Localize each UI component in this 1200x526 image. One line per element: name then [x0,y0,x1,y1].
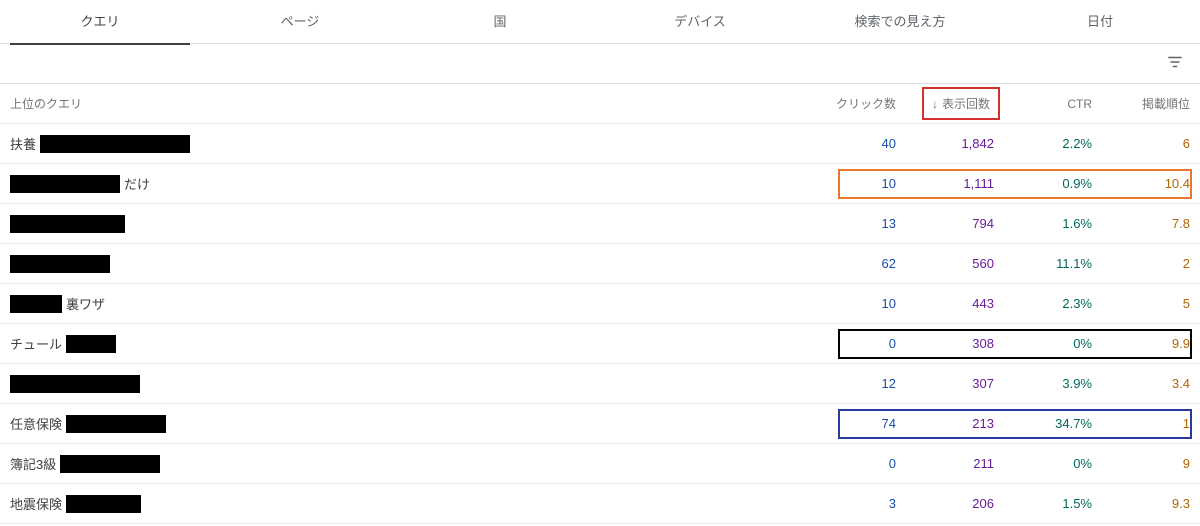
clicks-cell: 40 [798,136,896,151]
position-cell: 5 [1092,296,1190,311]
clicks-cell: 3 [798,496,896,511]
redacted-text [10,255,110,273]
clicks-cell: 0 [798,336,896,351]
impressions-cell: 307 [896,376,994,391]
redacted-text [66,495,141,513]
query-text-prefix: 扶養 [10,134,36,153]
redacted-text [10,175,120,193]
redacted-text [66,415,166,433]
query-text-prefix: 任意保険 [10,414,62,433]
impressions-cell: 560 [896,256,994,271]
ctr-cell: 0% [994,336,1092,351]
query-text-suffix: 裏ワザ [66,294,105,313]
position-cell: 9.9 [1092,336,1190,351]
query-cell[interactable]: 裏ワザ [10,294,798,313]
tab-dates[interactable]: 日付 [1000,0,1200,44]
ctr-cell: 2.2% [994,136,1092,151]
redacted-text [60,455,160,473]
tab-appearance[interactable]: 検索での見え方 [800,0,1000,44]
query-cell[interactable]: 扶養 [10,134,798,153]
position-cell: 3.4 [1092,376,1190,391]
redacted-text [10,295,62,313]
ctr-cell: 0% [994,456,1092,471]
col-impressions[interactable]: ↓ 表示回数 [896,87,994,120]
query-cell[interactable]: 簿記3級 [10,454,798,473]
query-text-prefix: 簿記3級 [10,454,56,473]
table-row[interactable]: 任意保険 7421334.7%1 [0,404,1200,444]
tab-pages[interactable]: ページ [200,0,400,44]
query-cell[interactable]: だけ [10,174,798,193]
impressions-cell: 206 [896,496,994,511]
clicks-cell: 10 [798,296,896,311]
query-text-suffix: だけ [124,174,150,193]
clicks-cell: 12 [798,376,896,391]
sort-desc-icon: ↓ [932,97,938,111]
tab-countries[interactable]: 国 [400,0,600,44]
query-text-prefix: 地震保険 [10,494,62,513]
col-clicks[interactable]: クリック数 [798,95,896,112]
impressions-cell: 443 [896,296,994,311]
ctr-cell: 1.5% [994,496,1092,511]
impressions-cell: 308 [896,336,994,351]
position-cell: 9.3 [1092,496,1190,511]
redacted-text [40,135,190,153]
query-cell[interactable] [10,375,798,393]
redacted-text [66,335,116,353]
clicks-cell: 13 [798,216,896,231]
tabs-bar: クエリ ページ 国 デバイス 検索での見え方 日付 [0,0,1200,44]
ctr-cell: 0.9% [994,176,1092,191]
table-row[interactable]: 扶養 401,8422.2%6 [0,124,1200,164]
table-row[interactable]: 地震保険 32061.5%9.3 [0,484,1200,524]
position-cell: 6 [1092,136,1190,151]
table-row[interactable]: 137941.6%7.8 [0,204,1200,244]
table-row[interactable]: だけ 101,1110.9%10.4 [0,164,1200,204]
impressions-sort-header[interactable]: ↓ 表示回数 [922,87,1000,120]
table-row[interactable]: 6256011.1%2 [0,244,1200,284]
position-cell: 1 [1092,416,1190,431]
table-header-row: 上位のクエリ クリック数 ↓ 表示回数 CTR 掲載順位 [0,84,1200,124]
tab-queries[interactable]: クエリ [0,0,200,44]
query-cell[interactable] [10,255,798,273]
query-text-prefix: チュール [10,334,62,353]
impressions-cell: 213 [896,416,994,431]
clicks-cell: 74 [798,416,896,431]
position-cell: 10.4 [1092,176,1190,191]
impressions-cell: 794 [896,216,994,231]
filter-icon[interactable] [1166,53,1184,74]
position-cell: 9 [1092,456,1190,471]
clicks-cell: 62 [798,256,896,271]
clicks-cell: 10 [798,176,896,191]
impressions-cell: 1,842 [896,136,994,151]
col-impressions-label: 表示回数 [942,95,990,112]
filter-row [0,44,1200,84]
col-ctr[interactable]: CTR [994,97,1092,111]
queries-table: 上位のクエリ クリック数 ↓ 表示回数 CTR 掲載順位 扶養401,8422.… [0,84,1200,524]
table-row[interactable]: チュール 03080%9.9 [0,324,1200,364]
ctr-cell: 34.7% [994,416,1092,431]
impressions-cell: 211 [896,456,994,471]
impressions-cell: 1,111 [896,176,994,191]
ctr-cell: 3.9% [994,376,1092,391]
query-cell[interactable] [10,215,798,233]
redacted-text [10,375,140,393]
redacted-text [10,215,125,233]
col-position[interactable]: 掲載順位 [1092,95,1190,112]
table-row[interactable]: 簿記3級 02110%9 [0,444,1200,484]
query-cell[interactable]: チュール [10,334,798,353]
tab-devices[interactable]: デバイス [600,0,800,44]
query-cell[interactable]: 地震保険 [10,494,798,513]
query-cell[interactable]: 任意保険 [10,414,798,433]
table-row[interactable]: 裏ワザ 104432.3%5 [0,284,1200,324]
clicks-cell: 0 [798,456,896,471]
position-cell: 2 [1092,256,1190,271]
table-row[interactable]: 123073.9%3.4 [0,364,1200,404]
col-query[interactable]: 上位のクエリ [10,95,798,112]
ctr-cell: 1.6% [994,216,1092,231]
ctr-cell: 11.1% [994,256,1092,271]
position-cell: 7.8 [1092,216,1190,231]
ctr-cell: 2.3% [994,296,1092,311]
